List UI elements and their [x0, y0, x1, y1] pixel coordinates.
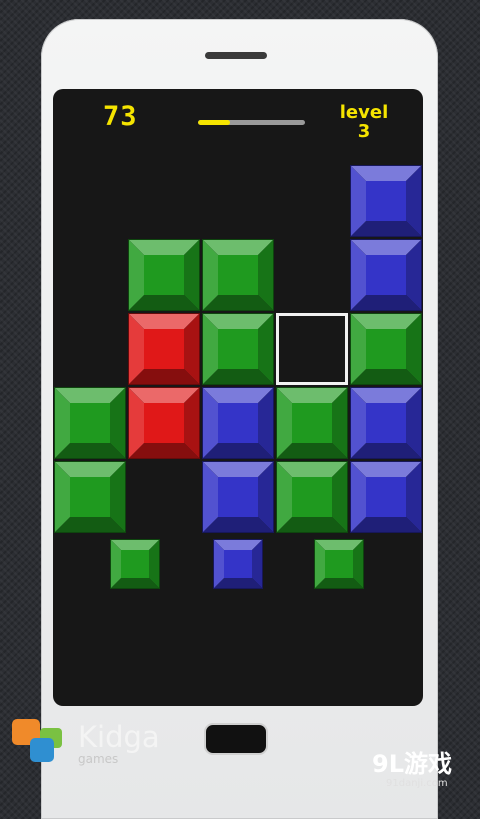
watermark: 9L游戏 91danji.com: [372, 744, 480, 798]
level-number: 3: [357, 121, 371, 142]
kidga-blocks-icon: [12, 719, 62, 762]
gem-block-green[interactable]: [350, 313, 422, 385]
watermark-url: 91danji.com: [386, 778, 448, 789]
gem-block-blue[interactable]: [350, 387, 422, 459]
kidga-logo-subtext: games: [78, 752, 119, 766]
gem-block-green[interactable]: [128, 239, 200, 311]
gem-block-green[interactable]: [202, 313, 274, 385]
phone-home-button[interactable]: [204, 723, 268, 755]
next-piece-green[interactable]: [314, 539, 364, 589]
kidga-logo: Kidga games: [10, 716, 170, 776]
gem-block-green[interactable]: [54, 461, 126, 533]
level-progress-bar: [198, 120, 305, 125]
next-piece-green[interactable]: [110, 539, 160, 589]
phone-speaker: [205, 52, 267, 59]
kidga-logo-text: Kidga: [78, 720, 160, 754]
gem-block-red[interactable]: [128, 387, 200, 459]
next-piece-blue[interactable]: [213, 539, 263, 589]
gem-block-green[interactable]: [202, 239, 274, 311]
gem-block-blue[interactable]: [202, 387, 274, 459]
game-screen: 73 level 3: [53, 89, 423, 706]
level-progress-fill: [198, 120, 231, 125]
score-display: 73: [103, 101, 138, 132]
selection-cursor: [276, 313, 348, 385]
gem-block-green[interactable]: [276, 461, 348, 533]
gem-block-green[interactable]: [54, 387, 126, 459]
gem-block-blue[interactable]: [350, 165, 422, 237]
gem-block-green[interactable]: [276, 387, 348, 459]
level-indicator: level 3: [328, 103, 400, 141]
watermark-text: 9L游戏: [372, 750, 452, 778]
gem-block-blue[interactable]: [202, 461, 274, 533]
level-label: level: [339, 102, 389, 123]
gem-block-red[interactable]: [128, 313, 200, 385]
gem-block-blue[interactable]: [350, 239, 422, 311]
gem-block-blue[interactable]: [350, 461, 422, 533]
